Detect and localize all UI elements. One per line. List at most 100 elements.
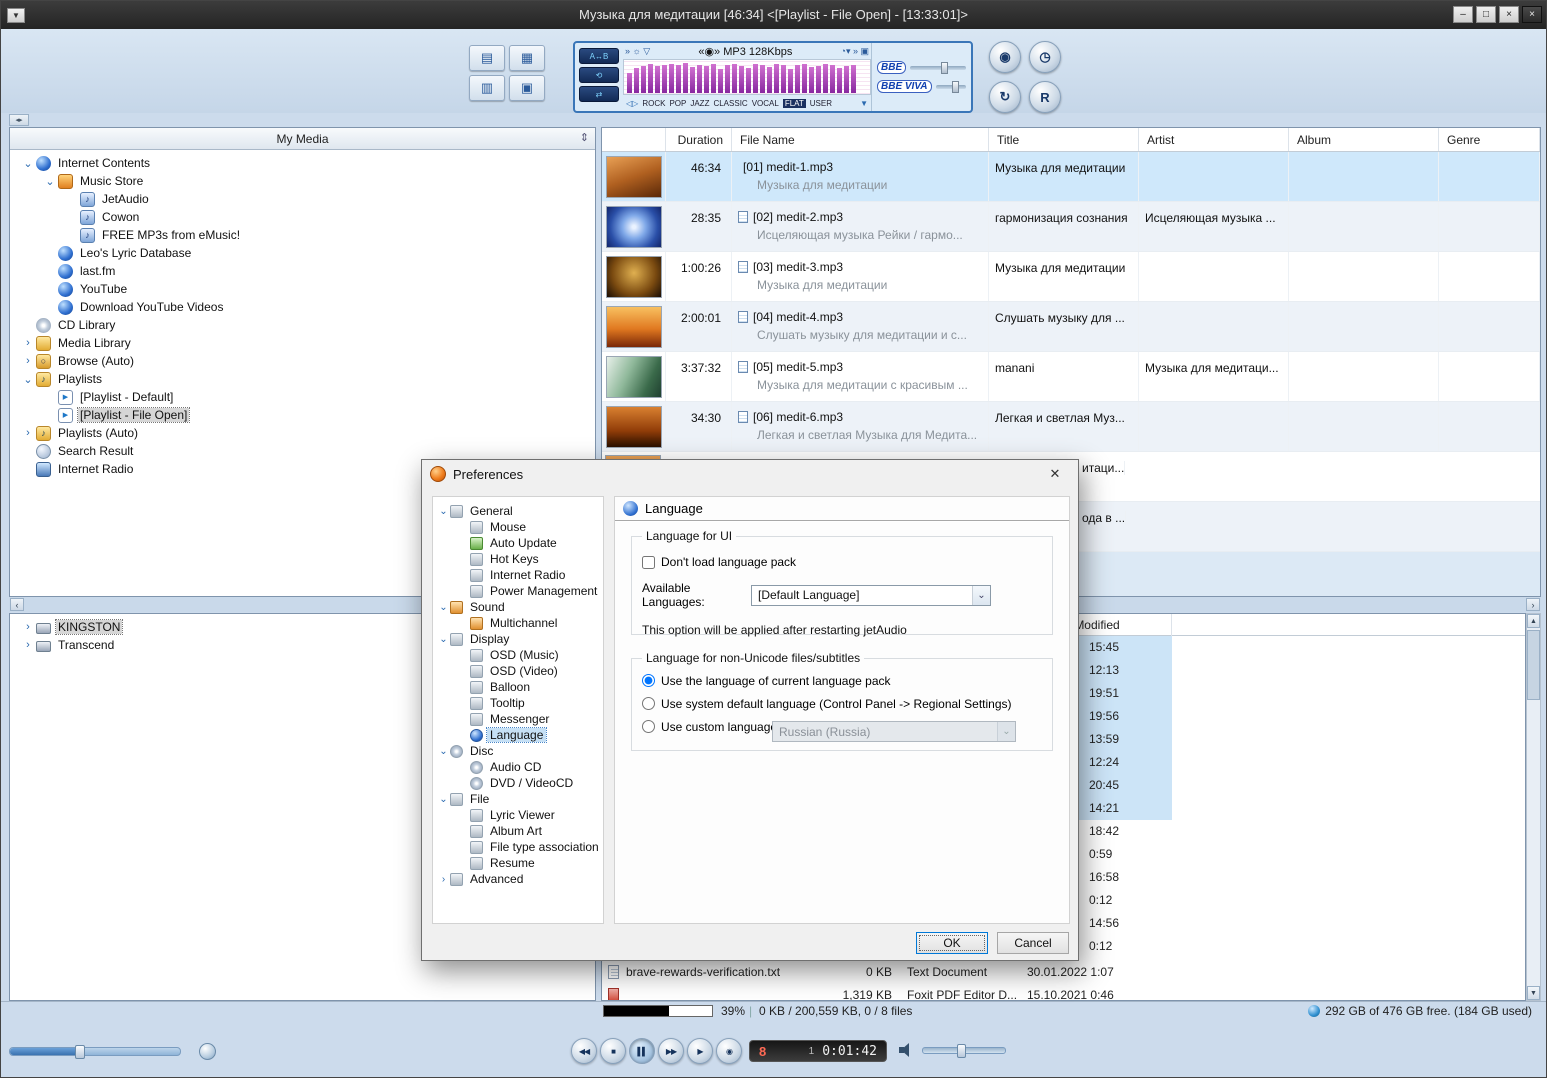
expander-icon[interactable]: ⌄: [437, 746, 450, 757]
preferences-tree-item[interactable]: OSD (Video): [433, 663, 603, 679]
scroll-down-icon[interactable]: ▼: [1527, 986, 1540, 1000]
sidebar-tree-item[interactable]: YouTube: [10, 280, 595, 298]
scroll-right-icon[interactable]: ›: [1526, 598, 1540, 611]
radio-input[interactable]: [642, 674, 655, 687]
dont-load-language-pack-checkbox[interactable]: [642, 555, 655, 569]
eq-preset[interactable]: VOCAL: [752, 99, 779, 108]
volume-icon[interactable]: [899, 1043, 914, 1057]
preferences-tree-item[interactable]: File type association: [433, 839, 603, 855]
album-column-header[interactable]: Album: [1289, 128, 1439, 151]
sort-icon[interactable]: ⇕: [580, 131, 589, 144]
browser-scrollbar[interactable]: ▲ ▼: [1526, 613, 1541, 1001]
play-button[interactable]: ▶: [687, 1038, 713, 1064]
scroll-up-icon[interactable]: ▲: [1527, 614, 1540, 628]
bbe-viva-slider[interactable]: [935, 80, 966, 93]
sidebar-tree-item[interactable]: Leo's Lyric Database: [10, 244, 595, 262]
pane-collapse-handle[interactable]: ◂▸: [9, 114, 29, 126]
title-bar[interactable]: ▼ Музыка для медитации [46:34] <[Playlis…: [1, 1, 1546, 29]
ok-button[interactable]: OK: [916, 932, 988, 954]
preferences-tree-item[interactable]: Hot Keys: [433, 551, 603, 567]
seek-handle[interactable]: [74, 1045, 85, 1059]
duration-column-header[interactable]: Duration: [666, 128, 732, 151]
chevron-down-icon[interactable]: ⌄: [997, 722, 1015, 741]
custom-language-select[interactable]: Russian (Russia) ⌄: [772, 721, 1016, 742]
sound-effect-button[interactable]: ◉: [989, 41, 1021, 73]
previous-button[interactable]: ◀◀: [571, 1038, 597, 1064]
close-button[interactable]: ×: [1499, 6, 1519, 23]
skin-close-button[interactable]: ×: [1522, 6, 1542, 23]
preferences-tree-item[interactable]: Mouse: [433, 519, 603, 535]
sidebar-tree-item[interactable]: ⌄ Internet Contents: [10, 154, 595, 172]
expander-icon[interactable]: ›: [20, 621, 36, 633]
radio-input[interactable]: [642, 697, 655, 710]
sidebar-tree-item[interactable]: FREE MP3s from eMusic!: [10, 226, 595, 244]
maximize-button[interactable]: □: [1476, 6, 1496, 23]
filename-column-header[interactable]: File Name: [732, 128, 989, 151]
radio-option[interactable]: Use system default language (Control Pan…: [642, 692, 1042, 715]
expander-icon[interactable]: ⌄: [20, 157, 36, 170]
preferences-tree-item[interactable]: Power Management: [433, 583, 603, 599]
preferences-tree-item[interactable]: ⌄ Sound: [433, 599, 603, 615]
record-button[interactable]: ◉: [716, 1038, 742, 1064]
preferences-tree-item[interactable]: Internet Radio: [433, 567, 603, 583]
preferences-tree-item[interactable]: Tooltip: [433, 695, 603, 711]
repeat-button[interactable]: ⟲: [579, 67, 619, 83]
preferences-tree-item[interactable]: Lyric Viewer: [433, 807, 603, 823]
radio-input[interactable]: [642, 720, 655, 733]
volume-handle[interactable]: [957, 1043, 967, 1058]
media-header[interactable]: My Media ⇕: [10, 128, 595, 150]
eq-preset[interactable]: ROCK: [642, 99, 665, 108]
next-button[interactable]: ▶▶: [658, 1038, 684, 1064]
preferences-tree-item[interactable]: ⌄ Display: [433, 631, 603, 647]
playlist-row[interactable]: 1:00:26 [03] medit-3.mp3 Музыка для меди…: [602, 252, 1540, 302]
seek-knob-button[interactable]: [199, 1043, 216, 1060]
preferences-tree-item[interactable]: Album Art: [433, 823, 603, 839]
available-languages-select[interactable]: [Default Language] ⌄: [751, 584, 991, 606]
expander-icon[interactable]: ⌄: [42, 175, 58, 188]
thumbnail-column-header[interactable]: [602, 128, 666, 151]
radio-option[interactable]: Use the language of current language pac…: [642, 669, 1042, 692]
preferences-tree-item[interactable]: ⌄ General: [433, 503, 603, 519]
scrollbar-thumb[interactable]: [1527, 630, 1540, 700]
bbe-viva-slider-handle[interactable]: [952, 80, 960, 93]
expander-icon[interactable]: ›: [20, 427, 36, 439]
title-column-header[interactable]: Title: [989, 128, 1139, 151]
expander-icon[interactable]: ⌄: [20, 373, 36, 386]
sidebar-tree-item[interactable]: Download YouTube Videos: [10, 298, 595, 316]
expander-icon[interactable]: ⌄: [437, 506, 450, 517]
playlist-row[interactable]: 34:30 [06] medit-6.mp3 Легкая и светлая …: [602, 402, 1540, 452]
sidebar-tree-item[interactable]: [Playlist - File Open]: [10, 406, 595, 424]
genre-column-header[interactable]: Genre: [1439, 128, 1540, 151]
preferences-tree-item[interactable]: Multichannel: [433, 615, 603, 631]
expander-icon[interactable]: ›: [20, 337, 36, 349]
shuffle-button[interactable]: ⇄: [579, 86, 619, 102]
playlist-row[interactable]: 2:00:01 [04] medit-4.mp3 Слушать музыку …: [602, 302, 1540, 352]
preferences-tree-item[interactable]: Resume: [433, 855, 603, 871]
eq-preset[interactable]: JAZZ: [690, 99, 709, 108]
bbe-slider[interactable]: [910, 61, 966, 74]
expander-icon[interactable]: ⌄: [437, 634, 450, 645]
seek-slider[interactable]: [9, 1045, 181, 1059]
preferences-tree-item[interactable]: ⌄ Disc: [433, 743, 603, 759]
playlist-window-button[interactable]: ▤: [469, 45, 505, 71]
visualization-window-button[interactable]: ▥: [469, 75, 505, 101]
minimize-button[interactable]: –: [1453, 6, 1473, 23]
file-row[interactable]: 1,319 KB Foxit PDF Editor D... 15.10.202…: [602, 984, 1525, 1000]
skin-mode-button[interactable]: ▣: [509, 75, 545, 101]
expander-icon[interactable]: ›: [20, 355, 36, 367]
preferences-tree-item[interactable]: ⌄ File: [433, 791, 603, 807]
preferences-tree-item[interactable]: DVD / VideoCD: [433, 775, 603, 791]
eq-preset[interactable]: FLAT: [782, 98, 806, 108]
repeat-mode-button[interactable]: ↻: [989, 81, 1021, 113]
window-menu-button[interactable]: ▼: [7, 8, 25, 23]
expander-icon[interactable]: ⌄: [437, 794, 450, 805]
sidebar-tree-item[interactable]: Search Result: [10, 442, 595, 460]
preferences-tree-item[interactable]: › Advanced: [433, 871, 603, 887]
eq-preset[interactable]: USER: [810, 99, 832, 108]
expander-icon[interactable]: ›: [437, 874, 450, 885]
pause-button[interactable]: ▌▌: [629, 1038, 655, 1064]
artist-column-header[interactable]: Artist: [1139, 128, 1289, 151]
sidebar-tree-item[interactable]: › Playlists (Auto): [10, 424, 595, 442]
sidebar-tree-item[interactable]: last.fm: [10, 262, 595, 280]
playlist-row[interactable]: 46:34 [01] medit-1.mp3 Музыка для медита…: [602, 152, 1540, 202]
